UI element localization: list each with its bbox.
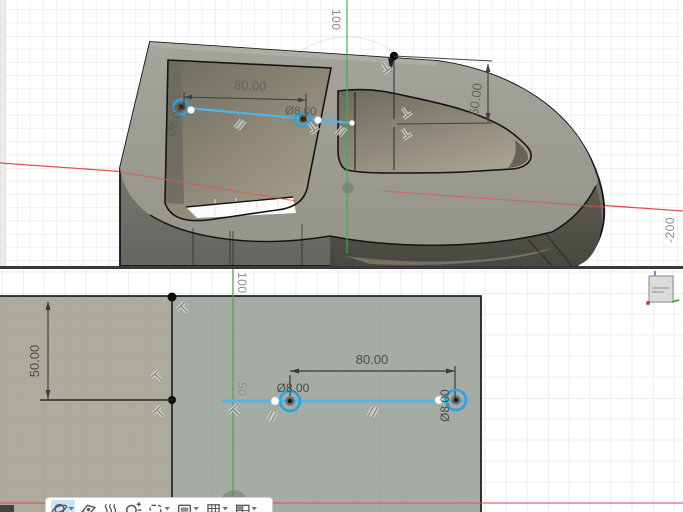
sketch-point-end-3d[interactable]: [349, 120, 355, 126]
x-axis-minus200-label-3d: -200: [663, 217, 677, 243]
chevron-down-icon[interactable]: [193, 506, 200, 512]
look-at-button[interactable]: [80, 500, 97, 512]
widget-x-axis: [646, 301, 650, 305]
dim-80-text-3d[interactable]: 80.00: [234, 77, 267, 93]
viewport-left-edge: [0, 0, 7, 266]
dim-80-text[interactable]: 80.00: [356, 352, 389, 367]
chevron-down-icon[interactable]: [251, 506, 258, 512]
center-point-right[interactable]: [453, 397, 459, 403]
dia-left-text[interactable]: Ø8.00: [277, 381, 310, 395]
pan-button[interactable]: [102, 500, 119, 512]
chevron-down-icon[interactable]: [68, 506, 75, 512]
fit-button[interactable]: [147, 500, 171, 512]
chevron-down-icon[interactable]: [222, 506, 229, 512]
zoom-button[interactable]: [124, 500, 142, 512]
viewport-3d-canvas[interactable]: 80.00 Ø8.00 Ø8.00 50.00 100 -200: [0, 0, 683, 266]
y-axis-50-label: 50: [235, 382, 249, 396]
display-settings-button[interactable]: [176, 500, 200, 512]
face-region-left[interactable]: [0, 296, 172, 512]
widget-plane[interactable]: [648, 275, 674, 303]
look-at-icon: [80, 504, 97, 512]
cad-app-window: 80.00 Ø8.00 Ø8.00 50.00 100 -200 50.00 8…: [0, 0, 683, 512]
grid-icon: [207, 504, 220, 512]
sketch-point-left-3d[interactable]: [187, 106, 195, 114]
pan-icon: [104, 503, 117, 512]
navigation-toolbar: [45, 497, 273, 512]
origin-point-3d: [342, 182, 354, 194]
sketch-node-top[interactable]: [167, 292, 177, 302]
sketch-node-bottom-3d[interactable]: [391, 119, 399, 127]
viewports-button[interactable]: [234, 500, 258, 512]
display-settings-icon: [177, 504, 192, 512]
sketch-point-left[interactable]: [270, 396, 280, 406]
dim-50-text[interactable]: 50.00: [27, 345, 42, 378]
orbit-button[interactable]: [51, 500, 75, 512]
chevron-down-icon[interactable]: [164, 506, 171, 512]
dia-right-text[interactable]: Ø8.00: [438, 389, 452, 422]
orbit-icon: [51, 503, 68, 512]
center-point-left[interactable]: [287, 398, 293, 404]
viewports-icon: [236, 504, 250, 512]
grid-and-snaps-button[interactable]: [205, 500, 229, 512]
viewport-sketch-canvas[interactable]: 50.00 80.00 Ø8.00 Ø8.00 100 50: [0, 269, 683, 512]
window-corner-chip: [0, 505, 14, 512]
zoom-icon: [126, 502, 142, 512]
y-axis-100-label-3d: 100: [329, 9, 343, 31]
fit-icon: [149, 504, 162, 512]
dia-right-text-3d[interactable]: Ø8.00: [285, 105, 317, 118]
y-axis-100-label: 100: [235, 272, 249, 294]
face-region-right[interactable]: [172, 296, 481, 512]
